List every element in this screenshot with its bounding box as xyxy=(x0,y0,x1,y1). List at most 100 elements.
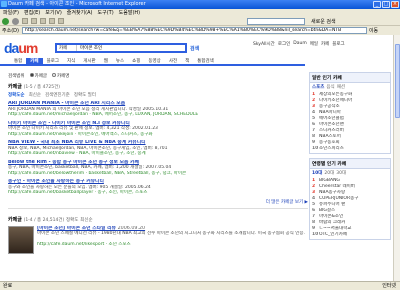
tab-news[interactable]: 뉴스 xyxy=(112,58,128,64)
close-button[interactable]: × xyxy=(391,1,399,8)
tab-shopping[interactable]: 쇼핑 xyxy=(128,58,144,64)
menu-tools[interactable]: 도구(T) xyxy=(98,9,114,17)
side-tab[interactable]: 스포츠 xyxy=(312,84,324,90)
option-posts-label: 카페글 xyxy=(34,73,47,79)
side-row[interactable]: 10 조던스피리츠 xyxy=(312,146,388,152)
results-main: 검색범위 카페글 카페명 카페글 (1-5 / 총 4725건) 정확도순 최신… xyxy=(8,72,308,254)
blog-body: [마이콘 조던] 마이콘 조던 스타일 리뷰 2006.09.20 마이콘 조던… xyxy=(37,226,308,254)
forward-icon[interactable] xyxy=(12,17,19,25)
blog-item: [마이콘 조던] 마이콘 조던 스타일 리뷰 2006.09.20 마이콘 조던… xyxy=(8,225,308,254)
zone-text: 인터넷 xyxy=(382,283,396,289)
page-content: daum 카페 마이콘 조인 검색 SkyAll시간 로그인 Daum 메일 카… xyxy=(0,35,393,281)
back-icon[interactable] xyxy=(2,17,9,25)
tab-blog[interactable]: 블로그 xyxy=(43,58,63,64)
side-tab[interactable]: 30대 xyxy=(336,170,346,176)
stop-icon[interactable] xyxy=(22,18,28,24)
radio-icon xyxy=(29,73,34,77)
side-tab[interactable]: 20대 xyxy=(324,170,334,176)
sort-accuracy[interactable]: 정확도순 xyxy=(8,92,25,98)
menu-favorites[interactable]: 즐겨찾기(A) xyxy=(67,9,93,17)
cafe-section-title: 카페글 (1-5 / 총 4725건) xyxy=(8,83,308,90)
go-button[interactable]: 이동 xyxy=(369,27,378,34)
side-box-title: 일반 인기 카페 xyxy=(310,73,390,83)
search-input[interactable]: 마이콘 조인 xyxy=(77,45,102,51)
top-link[interactable]: 메일 xyxy=(310,41,318,47)
cafe-name[interactable]: OTC_인기카페 xyxy=(319,232,347,238)
address-label: 주소(D) xyxy=(2,27,19,34)
address-input[interactable]: http://search.daum.net/search?w=cafe&q=%… xyxy=(21,26,367,34)
side-tabs: 10대 20대 30대 xyxy=(310,169,390,177)
title-bar: Daum 카페 검색 - 아이콘 조인 - Microsoft Internet… xyxy=(0,0,400,9)
options-label: 검색범위 xyxy=(8,73,25,79)
section-count: (1-5 / 총 4725건) xyxy=(23,85,60,90)
minimize-button[interactable]: _ xyxy=(373,1,381,8)
radio-icon xyxy=(51,73,56,77)
status-bar: 완료 인터넷 xyxy=(0,281,400,290)
result-url[interactable]: http://cafe.daum.net/belowtherim · baske… xyxy=(8,171,308,177)
side-list: 1 세상의모든농구화 2 나이키조던매니아 3 농구공작소 4 NBA마니아 5 에어조던… xyxy=(310,91,390,153)
side-box-title: 연령별 인기 카페 xyxy=(310,159,390,169)
cafe-name[interactable]: 조던스피리츠 xyxy=(319,146,344,152)
top-link[interactable]: 로그인 xyxy=(278,41,290,47)
rank: 10 xyxy=(312,232,319,237)
tab-cafe[interactable]: 카페 xyxy=(26,58,43,64)
favorites-icon[interactable] xyxy=(58,18,64,24)
option-posts[interactable]: 카페글 xyxy=(29,73,47,79)
menu-edit[interactable]: 편집(E) xyxy=(24,9,40,17)
rank: 10 xyxy=(312,146,319,151)
maximize-button[interactable]: □ xyxy=(382,1,390,8)
sort-filter[interactable]: 정확도 필터 xyxy=(74,92,96,98)
scrollbar-thumb[interactable] xyxy=(395,44,400,118)
status-text: 완료 xyxy=(3,283,13,289)
tab-board[interactable]: 게시판 xyxy=(79,58,99,64)
search-icon[interactable] xyxy=(49,18,55,24)
result-url[interactable]: http://cafe.daum.net/basketballplayer · … xyxy=(8,190,308,196)
tab-knowledge[interactable]: 지식 xyxy=(63,58,79,64)
result-url[interactable]: http://cafe.daum.net/nbaview · NBA, 마이클조… xyxy=(8,151,308,157)
side-row[interactable]: 10 OTC_인기카페 xyxy=(312,232,388,238)
side-tab[interactable]: 10대 xyxy=(312,170,322,176)
top-link[interactable]: 블로그 xyxy=(332,41,344,47)
option-names[interactable]: 카페명 xyxy=(51,73,69,79)
result-url[interactable]: http://cafe.daum.net/nikejoin · 마이콘조인, 에… xyxy=(8,132,308,138)
tab-web[interactable]: 웹 xyxy=(100,58,112,64)
daum-logo[interactable]: daum xyxy=(4,40,38,56)
top-link[interactable]: Daum xyxy=(293,41,306,47)
menu-file[interactable]: 파일(F) xyxy=(3,9,19,17)
side-list: 1 BIGBANG 2 Cheerstar 네이버 3 NBA농구사랑 4 CUPERJ… xyxy=(310,177,390,239)
search-options: 검색범위 카페글 카페명 xyxy=(8,72,308,79)
ie-icon xyxy=(1,1,7,7)
menu-help[interactable]: 도움말(H) xyxy=(119,9,140,17)
tab-integrated[interactable]: 통합 xyxy=(10,58,26,64)
top-link[interactable]: 카페 xyxy=(321,41,329,47)
tab-book[interactable]: 책 xyxy=(181,58,193,64)
menu-bar: 파일(F) 편집(E) 보기(V) 즐겨찾기(A) 도구(T) 도움말(H) xyxy=(0,9,400,17)
toolbar-search-input[interactable] xyxy=(247,17,305,25)
side-tab[interactable]: 음식 xyxy=(326,84,334,90)
blog-date: 2006.09.20 xyxy=(117,225,146,231)
sort-engine[interactable]: 검색엔진기준 xyxy=(45,92,70,98)
search-button[interactable]: 검색 xyxy=(190,45,199,52)
tab-all[interactable]: 통합검색 xyxy=(193,58,218,64)
blog-desc: 마이콘 조던 스페셜 에디션 리뷰 - 1980년대 NBA 최고의 선수 마이… xyxy=(37,231,305,236)
top-link[interactable]: SkyAll시간 xyxy=(253,41,275,47)
blog-url[interactable]: http://cafe.daum.net/likesport · 조던 스포츠 xyxy=(37,242,308,248)
result-item: ARI JORDAN MANIA - 마이콘 조던 ARI 시리즈 모음 ARI… xyxy=(8,101,308,118)
sort-latest[interactable]: 최신순 xyxy=(80,218,92,223)
home-icon[interactable] xyxy=(40,18,46,24)
sort-latest[interactable]: 최신순 xyxy=(29,92,41,98)
refresh-icon[interactable] xyxy=(31,18,37,24)
tab-video[interactable]: 동영상 xyxy=(144,58,164,64)
menu-view[interactable]: 보기(V) xyxy=(45,9,62,17)
more-results-link[interactable]: 더 많은 카페글 보기 ▶ xyxy=(8,199,308,205)
thumbnail-image[interactable] xyxy=(8,225,34,254)
popular-cafe-box: 일반 인기 카페 스포츠 음식 패션 1 세상의모든농구화 2 나이키조던매니아 3… xyxy=(309,72,391,154)
side-tab[interactable]: 패션 xyxy=(337,84,345,90)
search-scope-select[interactable]: 카페 xyxy=(57,45,77,51)
tab-dictionary[interactable]: 사전 xyxy=(165,58,181,64)
vertical-scrollbar[interactable] xyxy=(393,35,400,281)
sort-accuracy[interactable]: 정확도 xyxy=(66,218,78,223)
new-search-button[interactable]: 새로운 검색 xyxy=(311,18,336,25)
logo-accent: um xyxy=(18,40,38,56)
result-url[interactable]: http://cafe.daum.net/michaeljordan · NBA… xyxy=(8,112,308,118)
